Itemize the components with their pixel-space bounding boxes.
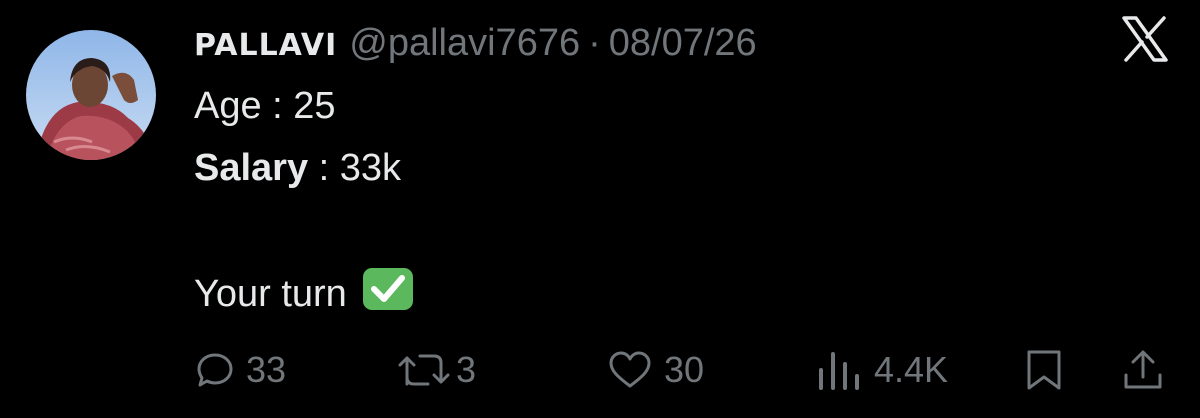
- like-button[interactable]: 30: [608, 340, 704, 400]
- tweet-line-age: Age : 25: [194, 85, 336, 127]
- retweet-count: 3: [456, 349, 477, 390]
- reply-count: 33: [246, 349, 287, 390]
- like-count: 30: [664, 349, 705, 390]
- avatar[interactable]: [26, 30, 156, 160]
- reply-icon: [196, 351, 234, 389]
- views-count: 4.4K: [874, 349, 949, 390]
- header-separator: ·: [588, 22, 601, 64]
- share-button[interactable]: [1122, 340, 1164, 400]
- reply-button[interactable]: 33: [196, 340, 286, 400]
- x-logo-icon[interactable]: [1120, 14, 1170, 64]
- author-handle[interactable]: @pallavi7676: [349, 22, 580, 65]
- heart-icon: [608, 350, 652, 390]
- tweet-actions: 33 3 30 4.4K: [0, 340, 1200, 400]
- tweet-line-your-turn: Your turn: [194, 266, 415, 318]
- views-bar-chart-icon: [816, 350, 862, 390]
- retweet-icon: [398, 350, 450, 390]
- retweet-button[interactable]: 3: [398, 340, 476, 400]
- bookmark-icon: [1024, 349, 1064, 391]
- check-mark-icon: [361, 266, 415, 312]
- salary-label: Salary: [194, 147, 309, 189]
- share-icon: [1122, 349, 1164, 391]
- your-turn-text: Your turn: [194, 273, 347, 315]
- tweet-date[interactable]: 08/07/26: [609, 22, 757, 65]
- salary-value: : 33k: [308, 147, 402, 189]
- bookmark-button[interactable]: [1024, 340, 1064, 400]
- tweet-line-salary: Salary : 33k: [194, 144, 401, 192]
- tweet-header: PALLAVI @pallavi7676 · 08/07/26: [194, 22, 757, 66]
- author-name[interactable]: PALLAVI: [194, 28, 337, 63]
- views-button[interactable]: 4.4K: [816, 340, 948, 400]
